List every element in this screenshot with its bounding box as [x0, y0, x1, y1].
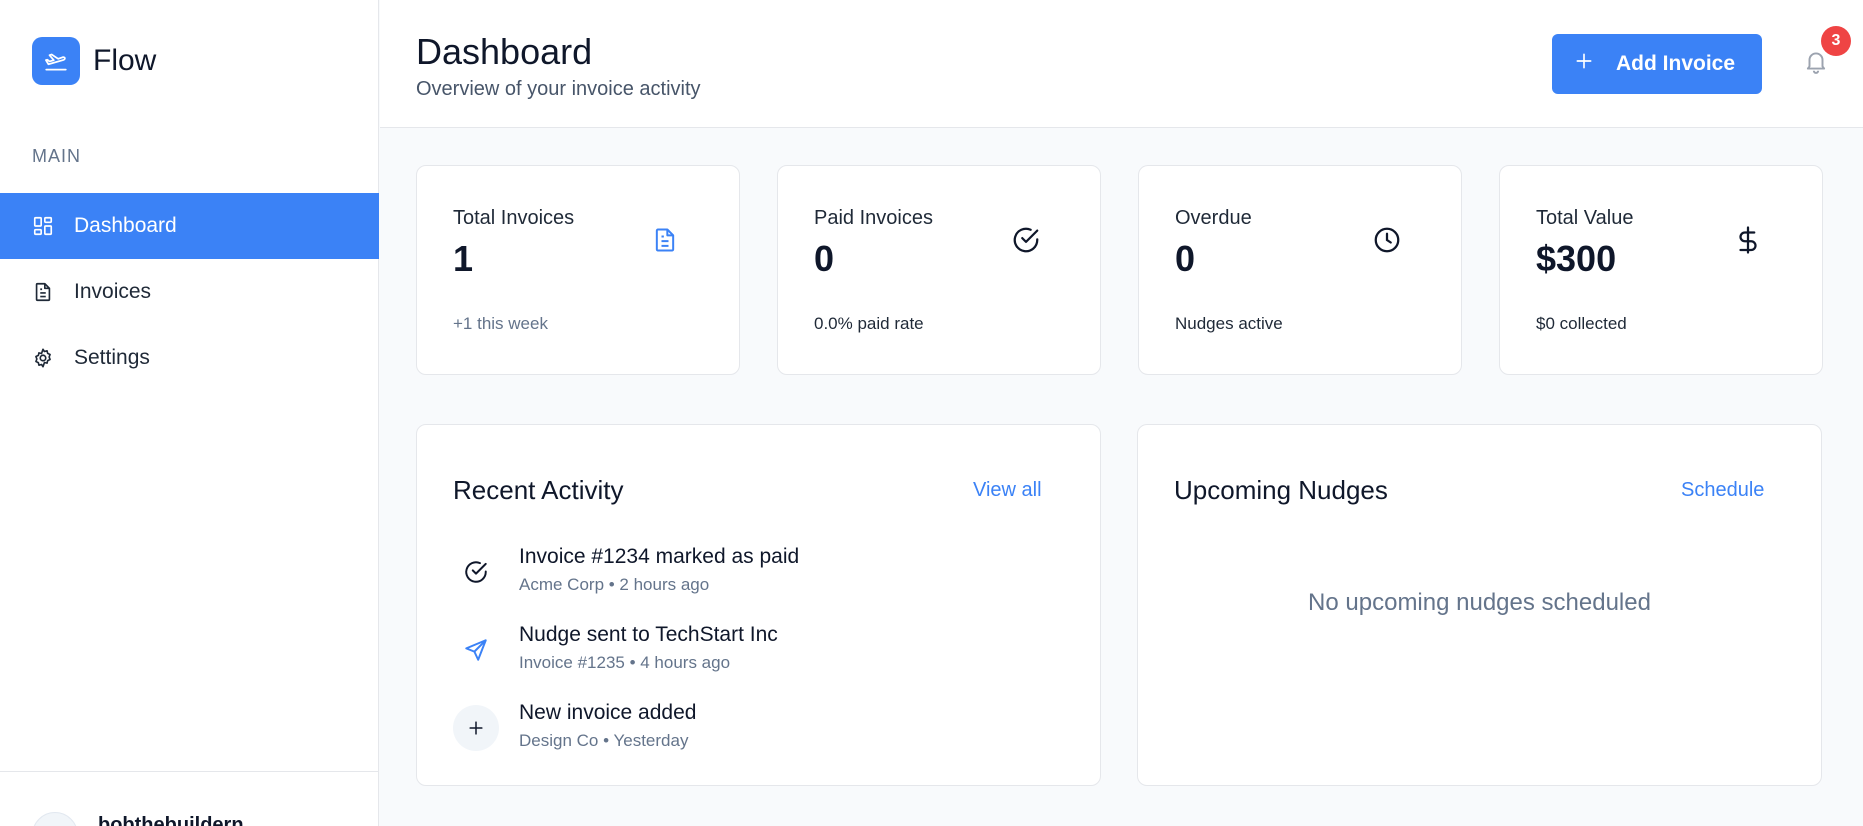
sidebar: Flow MAIN Dashboard Invoices Settings bo…	[0, 0, 379, 826]
document-icon	[32, 281, 54, 303]
activity-title: Invoice #1234 marked as paid	[519, 545, 800, 568]
sidebar-item-label: Dashboard	[74, 214, 177, 237]
add-invoice-button[interactable]: Add Invoice	[1552, 34, 1762, 94]
stat-value: 1	[453, 238, 474, 279]
send-icon	[453, 627, 499, 673]
activity-subtitle: Invoice #1235 • 4 hours ago	[519, 653, 731, 672]
stat-note: 0.0% paid rate	[814, 314, 924, 333]
plane-logo-icon	[32, 37, 80, 85]
stat-card-overdue: Overdue 0 Nudges active	[1138, 165, 1462, 375]
recent-activity-panel: Recent Activity View all Invoice #1234 m…	[416, 424, 1101, 786]
notification-badge: 3	[1821, 26, 1851, 56]
dollar-icon	[1732, 224, 1764, 256]
user-name: bobthebuildern	[98, 814, 244, 826]
activity-title: New invoice added	[519, 701, 697, 724]
check-circle-icon	[1010, 224, 1042, 256]
upcoming-nudges-panel: Upcoming Nudges Schedule No upcoming nud…	[1137, 424, 1822, 786]
plus-icon	[1574, 51, 1594, 77]
page-title: Dashboard	[416, 31, 593, 72]
avatar	[32, 812, 78, 826]
brand[interactable]: Flow	[32, 37, 156, 85]
activity-title: Nudge sent to TechStart Inc	[519, 623, 778, 646]
page-header: Dashboard Overview of your invoice activ…	[380, 0, 1863, 128]
clock-icon	[1371, 224, 1403, 256]
activity-subtitle: Acme Corp • 2 hours ago	[519, 575, 710, 594]
sidebar-item-settings[interactable]: Settings	[0, 325, 379, 391]
panel-title: Upcoming Nudges	[1174, 475, 1388, 505]
stat-note: $0 collected	[1536, 314, 1627, 333]
dashboard-grid-icon	[32, 215, 54, 237]
sidebar-user[interactable]: bobthebuildern	[0, 771, 379, 826]
panel-title: Recent Activity	[453, 475, 624, 505]
stat-card-total-invoices: Total Invoices 1 +1 this week	[416, 165, 740, 375]
sidebar-item-invoices[interactable]: Invoices	[0, 259, 379, 325]
brand-name: Flow	[93, 44, 157, 77]
activity-subtitle: Design Co • Yesterday	[519, 731, 689, 750]
check-circle-icon	[453, 549, 499, 595]
add-invoice-label: Add Invoice	[1616, 52, 1736, 75]
stat-card-total-value: Total Value $300 $0 collected	[1499, 165, 1823, 375]
document-icon	[649, 224, 681, 256]
nav-section-label: MAIN	[32, 146, 81, 166]
sidebar-item-label: Invoices	[74, 280, 152, 303]
list-item[interactable]: Invoice #1234 marked as paid Acme Corp •…	[453, 545, 1053, 609]
sidebar-item-dashboard[interactable]: Dashboard	[0, 193, 379, 259]
stat-label: Total Value	[1536, 207, 1634, 229]
sidebar-nav: Dashboard Invoices Settings	[0, 193, 379, 391]
stat-label: Paid Invoices	[814, 207, 933, 229]
plus-icon	[453, 705, 499, 751]
stat-card-paid-invoices: Paid Invoices 0 0.0% paid rate	[777, 165, 1101, 375]
stat-note: Nudges active	[1175, 314, 1283, 333]
sidebar-item-label: Settings	[74, 346, 150, 369]
stat-value: 0	[1175, 238, 1196, 279]
stat-label: Total Invoices	[453, 207, 575, 229]
view-all-link[interactable]: View all	[973, 479, 1042, 502]
stat-value: $300	[1536, 238, 1617, 279]
list-item[interactable]: Nudge sent to TechStart Inc Invoice #123…	[453, 623, 1053, 687]
schedule-link[interactable]: Schedule	[1681, 479, 1764, 502]
gear-icon	[32, 347, 54, 369]
stat-label: Overdue	[1175, 207, 1252, 229]
stat-value: 0	[814, 238, 835, 279]
stat-note: +1 this week	[453, 314, 548, 333]
list-item[interactable]: New invoice added Design Co • Yesterday	[453, 701, 1053, 765]
page-subtitle: Overview of your invoice activity	[416, 78, 701, 100]
empty-state-text: No upcoming nudges scheduled	[1308, 589, 1651, 616]
